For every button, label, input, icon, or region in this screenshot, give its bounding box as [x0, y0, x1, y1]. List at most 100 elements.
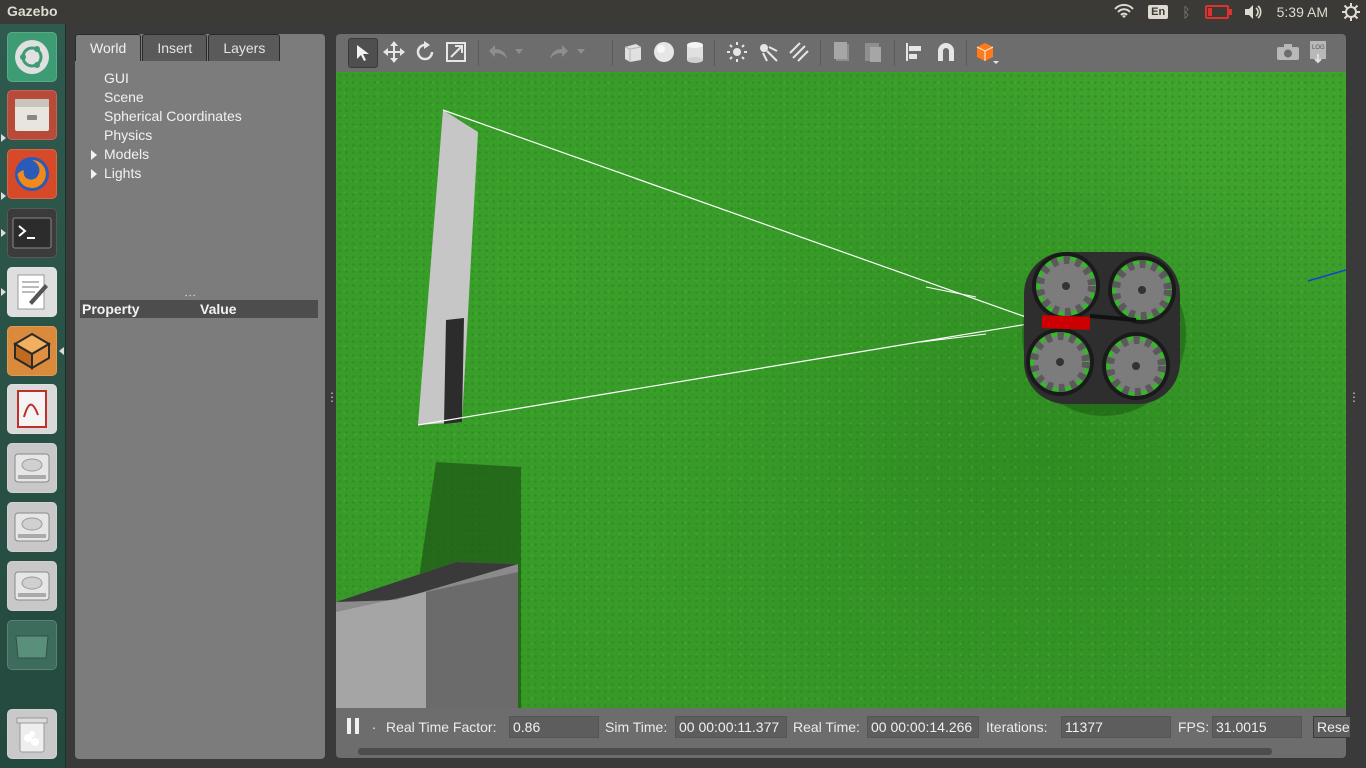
pause-button[interactable] [346, 718, 362, 736]
panel-splitter-handle[interactable] [190, 290, 200, 293]
panel-tabs: World Insert Layers [75, 34, 281, 62]
terminal-icon[interactable] [7, 208, 57, 258]
keyboard-layout-label: En [1148, 5, 1169, 19]
snap-button[interactable] [932, 38, 960, 66]
tree-item-label: Scene [104, 89, 144, 105]
real-time-label: Real Time: [793, 719, 860, 735]
property-table-header: Property Value [80, 300, 318, 318]
axis-line [1307, 269, 1346, 282]
toolbar-separator [478, 40, 479, 66]
gazebo-window: World Insert Layers GUI Scene Spherical … [66, 24, 1366, 768]
log-icon: LOG [1310, 41, 1326, 64]
iterations-label: Iterations: [986, 719, 1048, 735]
toolbar-separator [714, 40, 715, 66]
move-arrows-icon [383, 41, 405, 63]
right-splitter-handle[interactable] [1348, 388, 1351, 398]
select-mode-button[interactable] [348, 38, 378, 68]
tree-item-scene[interactable]: Scene [89, 88, 242, 107]
clock[interactable]: 5:39 AM [1277, 4, 1328, 20]
wifi-icon[interactable] [1114, 4, 1134, 20]
chevron-down-icon [577, 49, 585, 54]
expand-arrow-icon[interactable] [91, 169, 97, 179]
chevron-down-icon [515, 49, 523, 54]
real-time-value: 00 00:00:14.266 [867, 716, 979, 738]
arrow-pointer-icon [357, 45, 369, 61]
reset-button[interactable]: Reset [1313, 716, 1351, 738]
undo-button[interactable] [484, 38, 512, 66]
document-viewer-icon[interactable] [7, 384, 57, 434]
horizontal-scrollbar[interactable] [336, 744, 1346, 758]
time-panel: . Real Time Factor: 0.86 Sim Time: 00 00… [336, 708, 1351, 744]
real-time-factor-value: 0.86 [509, 716, 599, 738]
spotlight-icon [760, 44, 778, 62]
disk-drive-icon[interactable] [7, 561, 57, 611]
trash-icon[interactable] [7, 709, 57, 759]
point-light-button[interactable] [723, 38, 751, 66]
redo-button[interactable] [545, 38, 573, 66]
spot-light-button[interactable] [754, 38, 782, 66]
change-view-button[interactable] [972, 38, 1000, 66]
align-icon [906, 43, 921, 61]
paste-icon [865, 43, 881, 62]
screenshot-button[interactable] [1274, 38, 1302, 66]
step-indicator: . [372, 716, 376, 732]
copy-button[interactable] [828, 38, 856, 66]
system-tray: En ᛒ 5:39 AM [1114, 0, 1366, 24]
bluetooth-icon[interactable]: ᛒ [1182, 4, 1190, 20]
tree-item-physics[interactable]: Physics [89, 126, 242, 145]
tree-item-label: GUI [104, 70, 129, 86]
workspace-switcher-icon[interactable] [7, 620, 57, 670]
main-toolbar: LOG [336, 34, 1346, 72]
toolbar-separator [820, 40, 821, 66]
tree-item-label: Lights [104, 165, 142, 181]
align-button[interactable] [901, 38, 929, 66]
tab-world[interactable]: World [75, 34, 142, 61]
property-column-header[interactable]: Property [82, 301, 140, 317]
scale-mode-button[interactable] [442, 38, 470, 66]
redo-history-dropdown[interactable] [574, 38, 588, 66]
ubuntu-dash-icon[interactable] [7, 32, 57, 82]
camera-icon [1277, 44, 1299, 60]
value-column-header[interactable]: Value [200, 301, 237, 317]
left-splitter-handle[interactable] [326, 388, 329, 398]
sphere-shape-button[interactable] [650, 38, 678, 66]
directional-light-button[interactable] [785, 38, 813, 66]
world-panel: World Insert Layers GUI Scene Spherical … [75, 34, 325, 759]
tree-item-models[interactable]: Models [89, 145, 242, 164]
tree-item-lights[interactable]: Lights [89, 164, 242, 183]
cylinder-icon [687, 42, 703, 63]
tree-item-gui[interactable]: GUI [89, 69, 242, 88]
scene-viewport[interactable] [336, 72, 1346, 708]
camera-frustum [417, 109, 1041, 426]
sim-time-value: 00 00:00:11.377 [675, 716, 787, 738]
disk-drive-icon[interactable] [7, 443, 57, 493]
tab-insert[interactable]: Insert [142, 34, 208, 61]
tree-item-spherical-coordinates[interactable]: Spherical Coordinates [89, 107, 242, 126]
undo-icon [489, 45, 507, 59]
world-tree: GUI Scene Spherical Coordinates Physics … [89, 69, 242, 183]
file-manager-icon[interactable] [7, 90, 57, 140]
box-shape-button[interactable] [619, 38, 647, 66]
sphere-icon [654, 42, 674, 62]
firefox-icon[interactable] [7, 149, 57, 199]
expand-arrow-icon[interactable] [91, 150, 97, 160]
undo-history-dropdown[interactable] [512, 38, 526, 66]
pause-icon [347, 718, 359, 734]
tab-layers[interactable]: Layers [208, 34, 281, 61]
keyboard-layout-indicator[interactable]: En [1148, 5, 1169, 19]
translate-mode-button[interactable] [380, 38, 408, 66]
rotate-mode-button[interactable] [411, 38, 439, 66]
log-button[interactable]: LOG [1304, 38, 1332, 66]
volume-icon[interactable] [1243, 4, 1263, 20]
cylinder-shape-button[interactable] [681, 38, 709, 66]
battery-icon[interactable] [1204, 5, 1232, 19]
quadrotor-drone [1022, 252, 1186, 416]
scrollbar-thumb[interactable] [358, 748, 1272, 755]
text-editor-icon[interactable] [7, 267, 57, 317]
copy-icon [834, 42, 849, 61]
system-settings-icon[interactable] [1342, 3, 1360, 21]
gazebo-icon[interactable] [7, 326, 57, 376]
disk-drive-icon[interactable] [7, 502, 57, 552]
box-icon [624, 44, 642, 62]
paste-button[interactable] [859, 38, 887, 66]
